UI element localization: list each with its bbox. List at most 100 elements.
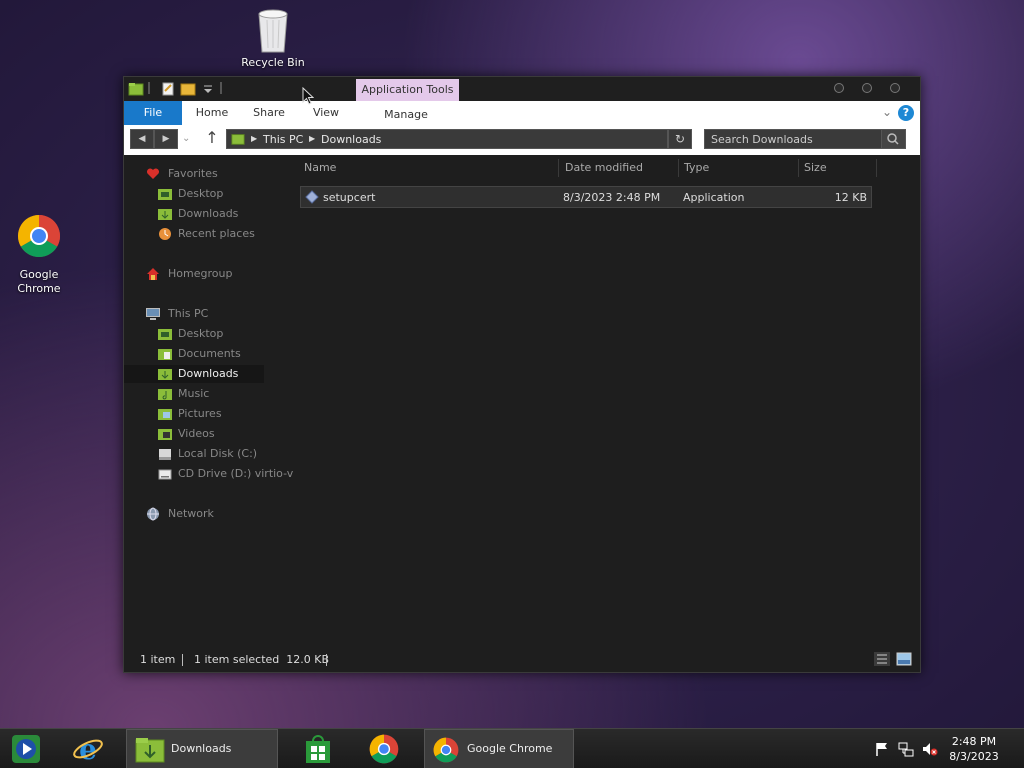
nav-pc-cd-drive[interactable]: CD Drive (D:) virtio-v bbox=[124, 465, 293, 483]
breadcrumb-this-pc[interactable]: This PC bbox=[263, 133, 303, 146]
nav-homegroup-label: Homegroup bbox=[168, 267, 233, 280]
column-header-size[interactable]: Size bbox=[804, 161, 827, 174]
details-view-icon[interactable] bbox=[874, 652, 890, 666]
internet-explorer-icon: e bbox=[73, 733, 103, 765]
tab-share[interactable]: Share bbox=[246, 101, 292, 125]
nav-pc-videos[interactable]: Videos bbox=[124, 425, 284, 443]
taskbar-media-center-button[interactable] bbox=[4, 729, 48, 768]
status-separator bbox=[326, 654, 327, 666]
recycle-bin-label: Recycle Bin bbox=[241, 56, 305, 69]
large-icons-view-icon[interactable] bbox=[896, 652, 912, 666]
taskbar-downloads-window-button[interactable]: Downloads bbox=[126, 729, 278, 768]
search-input[interactable] bbox=[711, 132, 881, 146]
nav-pc-pictures-label: Pictures bbox=[178, 407, 222, 420]
clock-date: 8/3/2023 bbox=[949, 750, 999, 763]
nav-pc-music[interactable]: Music bbox=[124, 385, 284, 403]
column-separator[interactable] bbox=[678, 159, 679, 177]
maximize-button[interactable] bbox=[862, 83, 872, 93]
column-separator[interactable] bbox=[876, 159, 877, 177]
breadcrumb-arrow-icon[interactable]: ▶ bbox=[251, 134, 257, 143]
nav-pc-desktop-label: Desktop bbox=[178, 327, 224, 340]
nav-pc-pictures[interactable]: Pictures bbox=[124, 405, 284, 423]
action-center-flag-icon[interactable] bbox=[874, 741, 890, 757]
nav-fav-desktop-label: Desktop bbox=[178, 187, 224, 200]
taskbar-store-button[interactable] bbox=[296, 729, 340, 768]
properties-icon[interactable] bbox=[160, 81, 176, 97]
svg-text:e: e bbox=[79, 733, 97, 765]
nav-pc-videos-label: Videos bbox=[178, 427, 215, 440]
nav-fav-desktop[interactable]: Desktop bbox=[124, 185, 284, 203]
google-chrome-desktop-icon[interactable]: Google Chrome bbox=[4, 214, 74, 296]
table-row[interactable]: setupcert 8/3/2023 2:48 PM Application 1… bbox=[300, 186, 872, 208]
computer-icon bbox=[146, 308, 160, 320]
qat-separator bbox=[220, 82, 222, 94]
nav-this-pc[interactable]: This PC bbox=[124, 305, 284, 323]
recycle-bin-desktop-icon[interactable]: Recycle Bin bbox=[236, 6, 310, 70]
file-date-modified: 8/3/2023 2:48 PM bbox=[563, 191, 661, 204]
new-folder-icon[interactable] bbox=[180, 81, 196, 97]
up-arrow-icon[interactable]: ↑ bbox=[204, 128, 220, 147]
nav-this-pc-label: This PC bbox=[168, 307, 209, 320]
taskbar-downloads-label: Downloads bbox=[171, 742, 232, 755]
file-list: Name Date modified Type Size setupcert 8… bbox=[294, 155, 918, 645]
clock-time: 2:48 PM bbox=[951, 735, 997, 748]
help-button[interactable]: ? bbox=[898, 105, 914, 121]
mouse-cursor-icon bbox=[302, 87, 314, 105]
nav-pc-documents[interactable]: Documents bbox=[124, 345, 284, 363]
cd-drive-icon bbox=[158, 469, 172, 480]
nav-favorites[interactable]: Favorites bbox=[124, 165, 284, 183]
videos-folder-icon bbox=[158, 429, 172, 440]
tab-file[interactable]: File bbox=[124, 101, 182, 125]
nav-pc-downloads[interactable]: Downloads bbox=[124, 365, 264, 383]
breadcrumb-downloads[interactable]: Downloads bbox=[321, 133, 381, 146]
taskbar-google-chrome-window-button[interactable]: Google Chrome bbox=[424, 729, 574, 768]
column-header-name[interactable]: Name bbox=[304, 161, 336, 174]
tab-manage[interactable]: Manage bbox=[374, 103, 438, 127]
nav-pc-local-disk-label: Local Disk (C:) bbox=[178, 447, 258, 460]
column-header-date-modified[interactable]: Date modified bbox=[565, 161, 643, 174]
nav-pc-cd-drive-label: CD Drive (D:) virtio-v bbox=[178, 467, 294, 480]
forward-button[interactable]: ▶ bbox=[154, 129, 178, 149]
refresh-button[interactable]: ↻ bbox=[668, 129, 692, 149]
folder-icon bbox=[135, 738, 165, 763]
nav-fav-downloads-label: Downloads bbox=[178, 207, 239, 220]
chrome-icon bbox=[17, 215, 61, 258]
nav-network[interactable]: Network bbox=[124, 505, 284, 523]
volume-muted-icon[interactable] bbox=[922, 741, 938, 757]
tab-home[interactable]: Home bbox=[188, 101, 236, 125]
nav-homegroup[interactable]: Homegroup bbox=[124, 265, 284, 283]
nav-fav-downloads[interactable]: Downloads bbox=[124, 205, 284, 223]
expand-ribbon-chevron-icon[interactable]: ⌄ bbox=[882, 105, 892, 119]
column-separator[interactable] bbox=[798, 159, 799, 177]
system-clock[interactable]: 2:48 PM 8/3/2023 bbox=[944, 734, 1004, 764]
column-separator[interactable] bbox=[558, 159, 559, 177]
taskbar-google-chrome-label: Google Chrome bbox=[467, 742, 553, 755]
ribbon-tabs: File Home Share View Manage ⌄ ? bbox=[124, 101, 920, 125]
file-type: Application bbox=[683, 191, 745, 204]
nav-pc-local-disk[interactable]: Local Disk (C:) bbox=[124, 445, 284, 463]
address-bar[interactable]: ▶ This PC ▶ Downloads bbox=[226, 129, 668, 149]
nav-pc-documents-label: Documents bbox=[178, 347, 241, 360]
taskbar-chrome-pinned-button[interactable] bbox=[362, 729, 406, 768]
recent-locations-chevron-icon[interactable]: ⌄ bbox=[182, 133, 190, 144]
search-box[interactable] bbox=[704, 129, 906, 149]
column-header-type[interactable]: Type bbox=[684, 161, 709, 174]
chrome-icon bbox=[369, 734, 399, 764]
chrome-icon bbox=[433, 737, 459, 763]
status-item-count: 1 item bbox=[140, 653, 176, 666]
search-icon[interactable] bbox=[881, 130, 905, 148]
recent-places-icon bbox=[159, 228, 171, 240]
homegroup-icon bbox=[147, 268, 159, 280]
taskbar-internet-explorer-button[interactable]: e bbox=[66, 729, 110, 768]
network-icon[interactable] bbox=[898, 741, 914, 757]
close-button[interactable] bbox=[890, 83, 900, 93]
hard-disk-icon bbox=[159, 449, 171, 460]
nav-pc-downloads-label: Downloads bbox=[178, 367, 239, 380]
folder-icon bbox=[231, 134, 245, 145]
back-button[interactable]: ◀ bbox=[130, 129, 154, 149]
breadcrumb-arrow-icon[interactable]: ▶ bbox=[309, 134, 315, 143]
nav-pc-desktop[interactable]: Desktop bbox=[124, 325, 284, 343]
nav-fav-recent[interactable]: Recent places bbox=[124, 225, 284, 243]
customize-qat-icon[interactable] bbox=[200, 81, 216, 97]
minimize-button[interactable] bbox=[834, 83, 844, 93]
